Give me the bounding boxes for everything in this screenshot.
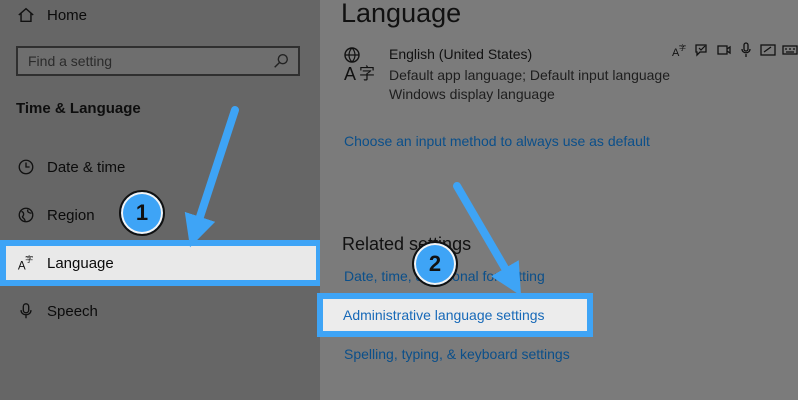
step-badge-2: 2 bbox=[412, 241, 458, 287]
sidebar-item-date-time[interactable]: Date & time bbox=[0, 147, 320, 187]
sidebar-item-home[interactable]: Home bbox=[0, 0, 320, 35]
language-icon: A 字 bbox=[343, 46, 379, 84]
handwriting-icon bbox=[760, 42, 776, 58]
section-title: Time & Language bbox=[16, 100, 141, 117]
page-title: Language bbox=[341, 0, 462, 28]
microphone-icon bbox=[738, 42, 754, 58]
language-highlight: A字 Language bbox=[0, 240, 322, 286]
search-box[interactable] bbox=[16, 46, 300, 76]
search-input[interactable] bbox=[18, 52, 272, 70]
sidebar-item-label: Date & time bbox=[47, 158, 126, 176]
language-name[interactable]: English (United States) bbox=[389, 46, 532, 62]
svg-text:A: A bbox=[344, 64, 356, 82]
microphone-icon bbox=[16, 301, 36, 321]
display-language-icon: A字 bbox=[672, 42, 688, 58]
keyboard-icon bbox=[782, 42, 798, 58]
svg-text:字: 字 bbox=[679, 43, 686, 52]
language-feature-icons: A字 bbox=[672, 42, 798, 58]
home-icon bbox=[16, 5, 36, 25]
svg-text:字: 字 bbox=[359, 65, 375, 82]
svg-text:字: 字 bbox=[25, 254, 33, 264]
clock-icon bbox=[16, 157, 36, 177]
sidebar-item-speech[interactable]: Speech bbox=[0, 291, 320, 331]
home-label: Home bbox=[47, 6, 88, 24]
administrative-language-settings-link[interactable]: Administrative language settings bbox=[343, 307, 545, 323]
globe-icon bbox=[16, 205, 36, 225]
language-icon: A字 bbox=[16, 253, 36, 273]
admin-settings-highlight: Administrative language settings bbox=[317, 293, 593, 337]
input-method-link[interactable]: Choose an input method to always use as … bbox=[344, 133, 650, 149]
search-icon[interactable] bbox=[272, 52, 290, 70]
sidebar-item-label: Language bbox=[47, 254, 114, 272]
spelling-typing-keyboard-link[interactable]: Spelling, typing, & keyboard settings bbox=[344, 346, 570, 362]
speech-bubble-icon bbox=[694, 42, 710, 58]
text-to-speech-icon bbox=[716, 42, 732, 58]
sidebar-item-language[interactable]: A字 Language bbox=[6, 246, 326, 280]
sidebar-item-label: Speech bbox=[47, 302, 98, 320]
sidebar-item-label: Region bbox=[47, 206, 95, 224]
language-description: Default app language; Default input lang… bbox=[389, 67, 670, 102]
step-badge-1: 1 bbox=[119, 190, 165, 236]
